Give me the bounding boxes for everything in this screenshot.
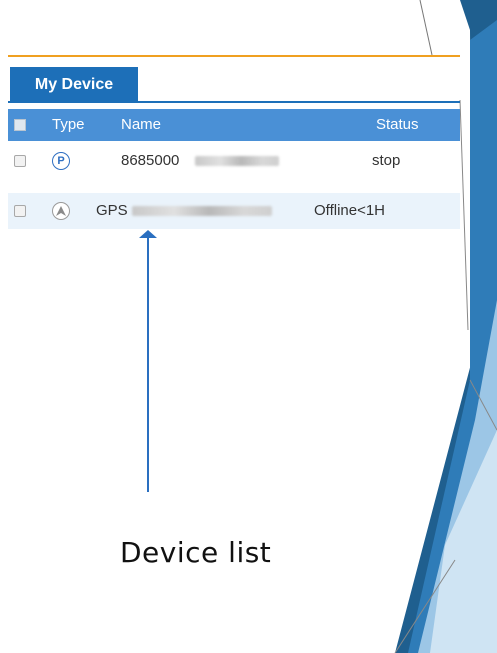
offline-arrow-icon	[52, 202, 70, 220]
redacted-name-suffix	[132, 206, 272, 216]
column-header-type[interactable]: Type	[52, 109, 85, 141]
device-status: Offline<1H	[314, 202, 386, 219]
device-name: GPS	[96, 202, 128, 219]
tab-underline	[8, 101, 460, 103]
tab-my-device[interactable]: My Device	[10, 67, 138, 103]
select-all-checkbox[interactable]	[14, 119, 26, 131]
annotation-caption: Device list	[120, 536, 272, 569]
parking-p-icon: P	[52, 152, 70, 170]
device-name: 8685000	[121, 152, 180, 169]
column-header-name[interactable]: Name	[121, 109, 161, 141]
device-row[interactable]: GPS Offline<1H	[8, 193, 460, 229]
column-header-status[interactable]: Status	[376, 109, 419, 141]
device-row-checkbox[interactable]	[14, 205, 26, 217]
device-table-header: Type Name Status	[8, 109, 460, 141]
device-row-checkbox[interactable]	[14, 155, 26, 167]
device-row[interactable]: P 8685000 stop	[8, 143, 460, 179]
annotation-arrow-line	[147, 232, 149, 492]
redacted-name-suffix	[195, 156, 279, 166]
slide-stage: My Device Type Name Status P 8685000 sto…	[0, 0, 497, 653]
device-status: stop	[372, 152, 401, 169]
accent-divider	[8, 55, 460, 57]
